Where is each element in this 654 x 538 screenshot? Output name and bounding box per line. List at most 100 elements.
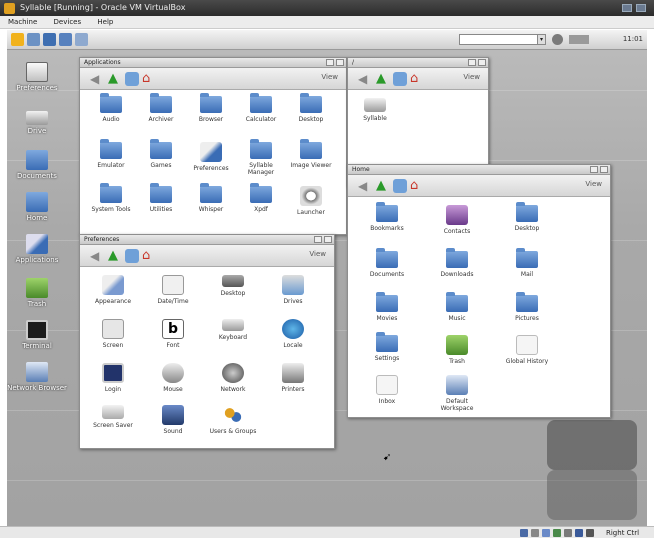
desktop-icon-drive[interactable]: Drive [7,107,67,135]
list-item[interactable]: Trash [432,335,482,365]
window-minimize-button[interactable] [326,59,334,66]
view-button[interactable]: View [309,250,326,258]
up-arrow-icon[interactable]: ▲ [108,72,122,86]
window-minimize-button[interactable] [468,59,476,66]
window-title-bar[interactable]: Home [348,165,610,175]
refresh-icon[interactable] [393,72,407,86]
usb-icon[interactable] [542,529,550,537]
up-arrow-icon[interactable]: ▲ [108,249,122,263]
volume-icon[interactable] [569,35,589,44]
back-arrow-icon[interactable]: ◀ [358,179,372,193]
list-item[interactable]: Image Viewer [286,139,336,169]
list-item[interactable]: Games [136,139,186,169]
refresh-icon[interactable] [393,179,407,193]
list-item[interactable]: Preferences [186,142,236,172]
window-title-bar[interactable]: Preferences [80,235,334,245]
folder-icon[interactable] [43,33,56,46]
syllable-menu-icon[interactable] [11,33,24,46]
minimize-button[interactable] [622,4,632,12]
desktop-icon-applications[interactable]: Applications [7,234,67,264]
desktop-icon-home[interactable]: Home [7,192,67,222]
list-item[interactable]: Calculator [236,93,286,123]
list-item[interactable]: Movies [362,292,412,322]
menu-devices[interactable]: Devices [54,18,82,26]
launcher-icon[interactable] [27,33,40,46]
list-item[interactable]: Browser [186,93,236,123]
list-item[interactable]: Appearance [88,275,138,305]
list-item[interactable]: Whisper [186,183,236,213]
desktop-icon-preferences[interactable]: Preferences [7,62,67,92]
network-adapter-icon[interactable] [553,529,561,537]
list-item[interactable]: Contacts [432,205,482,235]
home-icon[interactable]: ⌂ [410,179,424,193]
list-item[interactable]: Date/Time [148,275,198,305]
screen-icon[interactable] [59,33,72,46]
list-item[interactable]: Sound [148,405,198,435]
list-item[interactable]: Emulator [86,139,136,169]
desktop-icon-terminal[interactable]: Terminal [7,320,67,350]
list-item[interactable]: Desktop [208,275,258,297]
list-item[interactable]: Downloads [432,248,482,278]
list-item[interactable]: Syllable Manager [236,139,286,176]
chevron-down-icon[interactable]: ▾ [537,34,546,45]
network-status-icon[interactable] [552,34,563,45]
list-item[interactable]: Launcher [286,186,336,216]
back-arrow-icon[interactable]: ◀ [358,72,372,86]
refresh-icon[interactable] [125,72,139,86]
list-item[interactable]: Bookmarks [362,202,412,232]
view-button[interactable]: View [463,73,480,81]
close-button[interactable] [636,4,646,12]
list-item[interactable]: Pictures [502,292,552,322]
view-button[interactable]: View [585,180,602,188]
list-item[interactable]: Music [432,292,482,322]
window-close-button[interactable] [600,166,608,173]
list-item[interactable]: Screen [88,319,138,349]
list-item[interactable]: Mouse [148,363,198,393]
list-item[interactable]: Keyboard [208,319,258,341]
list-item[interactable]: Mail [502,248,552,278]
list-item[interactable]: Users & Groups [208,405,258,435]
list-item[interactable]: Screen Saver [88,405,138,429]
list-item[interactable]: Default Workspace [432,375,482,412]
capture-icon[interactable] [586,529,594,537]
list-item[interactable]: Printers [268,363,318,393]
list-item[interactable]: Global History [502,335,552,365]
window-title-bar[interactable]: Applications [80,58,346,68]
back-arrow-icon[interactable]: ◀ [90,249,104,263]
list-item[interactable]: Archiver [136,93,186,123]
list-item[interactable]: Audio [86,93,136,123]
desktop-icon-network[interactable]: Network Browser [7,362,67,392]
home-window[interactable]: Home ◀ ▲ ⌂ View Bookmarks Contacts Deskt… [347,164,611,418]
display-icon[interactable] [575,529,583,537]
menu-help[interactable]: Help [97,18,113,26]
list-item[interactable]: Network [208,363,258,393]
window-close-button[interactable] [336,59,344,66]
list-item[interactable]: Documents [362,248,412,278]
home-icon[interactable]: ⌂ [142,72,156,86]
list-item[interactable]: Inbox [362,375,412,405]
applications-window[interactable]: Applications ◀ ▲ ⌂ View Audio Archiver B… [79,57,347,235]
window-close-button[interactable] [324,236,332,243]
list-item[interactable]: System Tools [86,183,136,213]
desktop-icon-trash[interactable]: Trash [7,278,67,308]
optical-drive-icon[interactable] [531,529,539,537]
list-item[interactable]: Login [88,363,138,393]
list-item[interactable]: Desktop [286,93,336,123]
menu-machine[interactable]: Machine [8,18,37,26]
window-title-bar[interactable]: / [348,58,488,68]
view-button[interactable]: View [321,73,338,81]
list-item[interactable]: Settings [362,332,412,362]
list-item[interactable]: Desktop [502,202,552,232]
shared-folder-icon[interactable] [564,529,572,537]
window-close-button[interactable] [478,59,486,66]
back-arrow-icon[interactable]: ◀ [90,72,104,86]
home-icon[interactable]: ⌂ [142,249,156,263]
list-item[interactable]: Xpdf [236,183,286,213]
up-arrow-icon[interactable]: ▲ [376,72,390,86]
list-item[interactable]: b Font [148,319,198,349]
desktop-icon-documents[interactable]: Documents [7,150,67,180]
up-arrow-icon[interactable]: ▲ [376,179,390,193]
window-minimize-button[interactable] [314,236,322,243]
home-icon[interactable]: ⌂ [410,72,424,86]
search-input[interactable] [459,34,545,45]
